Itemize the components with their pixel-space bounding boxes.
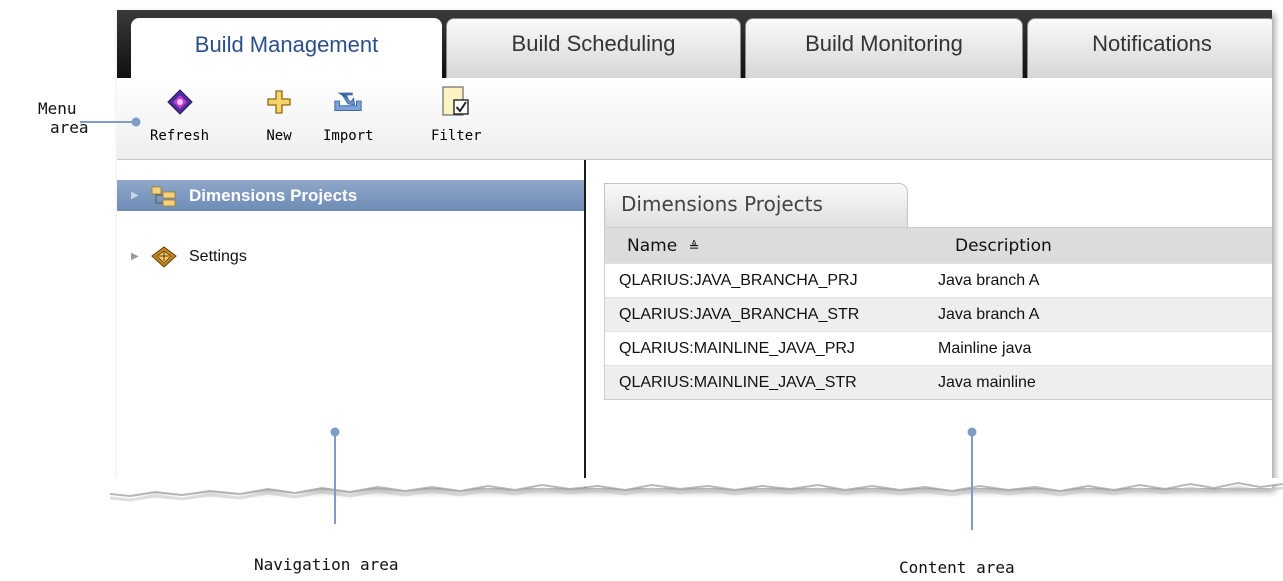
tab-build-management[interactable]: Build Management [131, 18, 442, 80]
plus-icon [263, 86, 295, 118]
tab-notifications[interactable]: Notifications [1027, 18, 1272, 78]
callout-label-line2: area [50, 118, 89, 137]
import-label: Import [323, 128, 374, 144]
column-header-description[interactable]: Description [938, 236, 1052, 256]
new-label: New [266, 128, 292, 144]
cell-name: QLARIUS:JAVA_BRANCHA_PRJ [619, 271, 858, 289]
column-header-label: Description [955, 235, 1052, 256]
tab-bar: Build Management Build Scheduling Build … [117, 10, 1272, 80]
nav-item-label: Dimensions Projects [189, 185, 358, 205]
cell-description: Mainline java [938, 339, 1032, 357]
cell-name: QLARIUS:MAINLINE_JAVA_PRJ [619, 339, 855, 357]
import-icon [332, 86, 364, 118]
menu-toolbar: Refresh New Import Filter [117, 78, 1272, 160]
project-folder-icon [151, 185, 177, 207]
menu-area-callout: Menu area [38, 99, 89, 137]
content-tab-label: Dimensions Projects [621, 192, 823, 216]
content-panel: Dimensions Projects Name ≜ Description Q… [588, 160, 1272, 488]
navigation-area-callout: Navigation area [254, 555, 399, 574]
tab-label: Build Management [194, 31, 379, 57]
content-area-callout: Content area [899, 558, 1015, 577]
cell-description: Java branch A [938, 271, 1040, 289]
table-row[interactable]: QLARIUS:MAINLINE_JAVA_PRJ Mainline java [605, 331, 1272, 365]
callout-label-line1: Menu [38, 99, 77, 118]
nav-item-dimensions-projects[interactable]: ▶ Dimensions Projects [117, 180, 584, 211]
sort-ascending-icon: ≜ [688, 239, 700, 255]
tab-label: Build Monitoring [805, 30, 963, 56]
nav-item-settings[interactable]: ▶ Settings [117, 241, 584, 272]
filter-icon [440, 86, 472, 118]
cell-name: QLARIUS:JAVA_BRANCHA_STR [619, 305, 860, 323]
refresh-button[interactable]: Refresh [150, 86, 209, 144]
application-window: Build Management Build Scheduling Build … [117, 10, 1272, 488]
torn-edge-decoration [110, 478, 1283, 502]
cell-name: QLARIUS:MAINLINE_JAVA_STR [619, 373, 857, 391]
cell-description: Java branch A [938, 305, 1040, 323]
refresh-icon [164, 86, 196, 118]
new-button[interactable]: New [263, 86, 295, 144]
table-header: Name ≜ Description [605, 228, 1272, 263]
cell-description: Java mainline [938, 373, 1036, 391]
navigation-panel: ▶ Dimensions Projects ▶ Settings [117, 160, 586, 488]
column-header-label: Name [627, 235, 678, 256]
content-tab-dimensions-projects[interactable]: Dimensions Projects [604, 183, 908, 228]
projects-table: Name ≜ Description QLARIUS:JAVA_BRANCHA_… [604, 227, 1272, 400]
filter-label: Filter [431, 128, 482, 144]
filter-button[interactable]: Filter [431, 86, 482, 144]
refresh-label: Refresh [150, 128, 210, 144]
tab-build-scheduling[interactable]: Build Scheduling [446, 18, 741, 78]
expand-arrow-icon[interactable]: ▶ [131, 251, 141, 262]
tab-label: Build Scheduling [511, 30, 676, 56]
column-header-name[interactable]: Name ≜ [605, 236, 938, 256]
expand-arrow-icon[interactable]: ▶ [131, 190, 141, 201]
tab-label: Notifications [1092, 30, 1212, 56]
table-row[interactable]: QLARIUS:JAVA_BRANCHA_STR Java branch A [605, 297, 1272, 331]
settings-icon [151, 245, 177, 268]
import-button[interactable]: Import [323, 86, 374, 144]
nav-item-label: Settings [189, 247, 247, 265]
tab-build-monitoring[interactable]: Build Monitoring [745, 18, 1023, 78]
table-row[interactable]: QLARIUS:MAINLINE_JAVA_STR Java mainline [605, 365, 1272, 399]
table-row[interactable]: QLARIUS:JAVA_BRANCHA_PRJ Java branch A [605, 263, 1272, 297]
